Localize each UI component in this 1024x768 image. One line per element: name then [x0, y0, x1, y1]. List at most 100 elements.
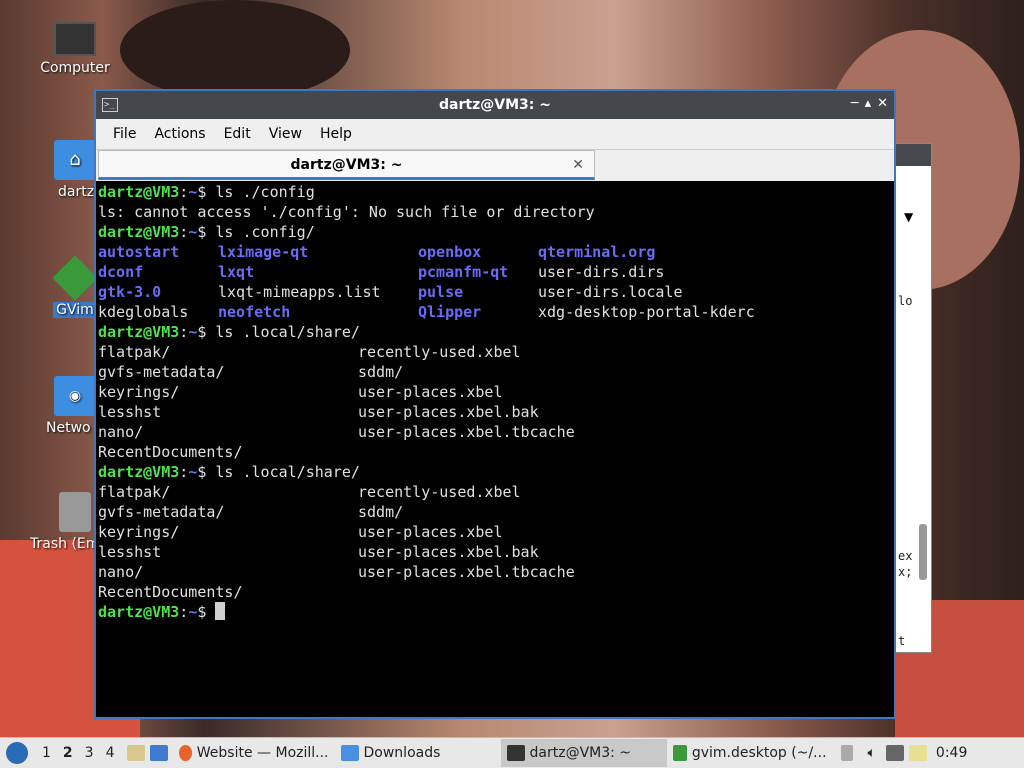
menu-view[interactable]: View [260, 126, 311, 142]
background-window-scrollbar[interactable] [919, 524, 927, 580]
network-tray-icon[interactable] [885, 745, 904, 761]
text-cursor [215, 602, 226, 620]
desktop-icon-computer[interactable]: Computer [30, 22, 120, 76]
workspace-4[interactable]: 4 [100, 745, 121, 761]
maximize-button[interactable]: ▴ [865, 96, 872, 111]
file-entry: recently-used.xbel [358, 483, 521, 501]
prompt-path: ~ [188, 603, 198, 621]
prompt-symbol: $ [197, 463, 216, 481]
command-text: ls .config/ [215, 223, 315, 241]
clipboard-icon[interactable] [908, 745, 927, 761]
file-entry: xdg-desktop-portal-kderc [538, 303, 755, 321]
background-window[interactable]: ▼ lo ex x; t [895, 143, 932, 653]
terminal-icon [506, 745, 525, 761]
file-entry: flatpak/ [98, 343, 171, 361]
background-face-left [120, 0, 350, 100]
taskbar: 1 2 3 4 Website — Mozill... Downloads da… [0, 737, 1024, 768]
directory-entry: Qlipper [418, 303, 482, 321]
tab-close-icon[interactable]: ✕ [572, 151, 584, 179]
directory-entry: gtk-3.0 [98, 283, 162, 301]
terminal-line: flatpak/recently-used.xbel [98, 342, 894, 362]
prompt-separator: : [179, 323, 189, 341]
terminal-line: dartz@VM3:~$ ls ./config [98, 182, 894, 202]
directory-entry: openbox [418, 243, 482, 261]
prompt-path: ~ [188, 183, 198, 201]
close-button[interactable]: ✕ [877, 96, 888, 111]
file-manager-launcher-icon[interactable] [126, 745, 145, 761]
background-window-titlebar[interactable] [896, 144, 931, 166]
directory-entry: qterminal.org [538, 243, 656, 261]
directory-entry: autostart [98, 243, 180, 261]
volume-icon[interactable]: 🔈︎ [868, 745, 876, 761]
task-gvim[interactable]: gvim.desktop (~/... [667, 739, 833, 767]
terminal-line: dartz@VM3:~$ ls .local/share/ [98, 322, 894, 342]
file-entry: kdeglobals [98, 303, 189, 321]
file-entry: user-dirs.dirs [538, 263, 665, 281]
terminal-line: ls: cannot access './config': No such fi… [98, 202, 894, 222]
file-entry: sddm/ [358, 363, 404, 381]
menu-help[interactable]: Help [311, 126, 361, 142]
terminal-line: autostart lximage-qt openbox qterminal.org [98, 242, 894, 262]
terminal-output[interactable]: dartz@VM3:~$ ls ./config ls: cannot acces… [96, 182, 894, 717]
file-entry: gvfs-metadata/ [98, 363, 225, 381]
upload-icon[interactable] [840, 745, 853, 761]
file-entry: keyrings/ [98, 383, 180, 401]
terminal-line: gvfs-metadata/sddm/ [98, 362, 894, 382]
menu-actions[interactable]: Actions [145, 126, 214, 142]
terminal-line: lesshst user-places.xbel.bak [98, 542, 894, 562]
prompt-symbol: $ [197, 223, 216, 241]
terminal-line: lesshst user-places.xbel.bak [98, 402, 894, 422]
window-titlebar[interactable]: >_ dartz@VM3: ~ ─ ▴ ✕ [96, 91, 894, 119]
command-text: ls ./config [215, 183, 315, 201]
show-desktop-icon[interactable] [149, 745, 168, 761]
prompt-symbol: $ [197, 603, 216, 621]
task-downloads[interactable]: Downloads [335, 739, 501, 767]
prompt-path: ~ [188, 223, 198, 241]
workspace-2[interactable]: 2 [57, 745, 79, 761]
chevron-down-icon[interactable]: ▼ [904, 210, 913, 224]
terminal-window[interactable]: >_ dartz@VM3: ~ ─ ▴ ✕ File Actions Edit … [94, 89, 896, 719]
task-label: Website — Mozill... [196, 745, 329, 761]
network-folder-icon: ◉ [54, 376, 96, 416]
file-entry: sddm/ [358, 503, 404, 521]
terminal-line: dartz@VM3:~$ [98, 602, 894, 622]
prompt-user: dartz@VM3 [98, 183, 180, 201]
tab-label: dartz@VM3: ~ [290, 157, 403, 173]
minimize-button[interactable]: ─ [851, 96, 859, 111]
task-terminal[interactable]: dartz@VM3: ~ [500, 739, 667, 767]
directory-entry: neofetch [218, 303, 291, 321]
window-title: dartz@VM3: ~ [439, 97, 551, 113]
prompt-user: dartz@VM3 [98, 323, 180, 341]
terminal-line: RecentDocuments/ [98, 582, 894, 602]
menu-file[interactable]: File [104, 126, 145, 142]
background-window-text: ex [898, 549, 913, 563]
menu-edit[interactable]: Edit [215, 126, 260, 142]
gvim-icon [52, 255, 98, 301]
tab-terminal[interactable]: dartz@VM3: ~ ✕ [98, 150, 595, 180]
task-label: Downloads [363, 745, 441, 761]
tab-bar: dartz@VM3: ~ ✕ [96, 149, 894, 181]
workspace-1[interactable]: 1 [36, 745, 57, 761]
task-firefox[interactable]: Website — Mozill... [173, 739, 335, 767]
file-entry: lesshst [98, 543, 162, 561]
terminal-line: nano/user-places.xbel.tbcache [98, 562, 894, 582]
prompt-path: ~ [188, 323, 198, 341]
prompt-separator: : [179, 223, 189, 241]
prompt-separator: : [179, 183, 189, 201]
start-menu-icon[interactable] [6, 742, 28, 764]
terminal-line: dartz@VM3:~$ ls .config/ [98, 222, 894, 242]
menu-bar: File Actions Edit View Help [96, 119, 894, 149]
directory-entry: pulse [418, 283, 464, 301]
computer-icon [54, 22, 96, 56]
file-entry: user-places.xbel.tbcache [358, 563, 575, 581]
terminal-line: kdeglobals neofetch Qlipper xdg-desktop-por… [98, 302, 894, 322]
file-entry: nano/ [98, 563, 144, 581]
file-entry: nano/ [98, 423, 144, 441]
terminal-line: dartz@VM3:~$ ls .local/share/ [98, 462, 894, 482]
file-entry: lxqt-mimeapps.list [218, 283, 381, 301]
file-entry: user-dirs.locale [538, 283, 683, 301]
gvim-icon [672, 745, 687, 761]
prompt-separator: : [179, 603, 189, 621]
workspace-3[interactable]: 3 [79, 745, 100, 761]
file-entry: user-places.xbel.bak [358, 403, 539, 421]
